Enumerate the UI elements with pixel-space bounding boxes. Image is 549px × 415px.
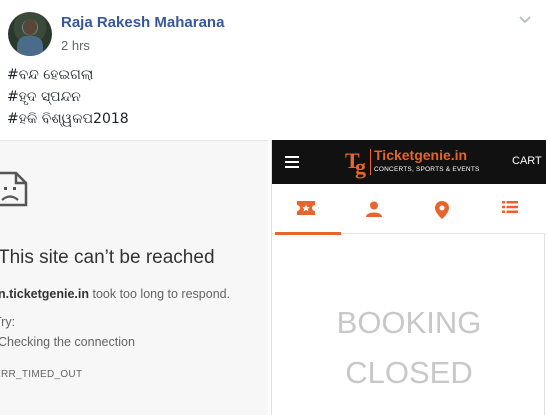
- booking-status: BOOKING CLOSED: [272, 298, 546, 398]
- error-domain: n.ticketgenie.in: [0, 287, 89, 301]
- error-code: ERR_TIMED_OUT: [0, 369, 83, 380]
- tg-header: Tg Ticketgenie.in CONCERTS, SPORTS & EVE…: [272, 140, 546, 184]
- error-screenshot[interactable]: This site can’t be reached n.ticketgenie…: [0, 140, 268, 415]
- booking-status-line1: BOOKING: [336, 305, 482, 340]
- post-timestamp[interactable]: 2 hrs: [61, 38, 90, 53]
- try-label: Try:: [0, 315, 16, 329]
- user-icon: [366, 201, 382, 217]
- list-icon: [502, 201, 518, 213]
- error-title: This site can’t be reached: [0, 247, 215, 268]
- avatar[interactable]: [8, 12, 52, 56]
- ticketgenie-logo: Tg: [345, 148, 366, 179]
- error-detail-text: took too long to respond.: [89, 287, 231, 301]
- menu-icon[interactable]: [285, 156, 299, 168]
- booking-status-line2: CLOSED: [345, 355, 473, 390]
- tg-tagline: CONCERTS, SPORTS & EVENTS: [374, 166, 480, 173]
- post-text: #ବନ୍ଦ ହେଇଗଲା #ହୃଦ ସ୍ପନ୍ଦନ #ହକି ବିଶ୍ୱକପ20…: [7, 64, 129, 130]
- chevron-down-icon[interactable]: [518, 12, 532, 26]
- location-icon: [435, 201, 449, 219]
- ticket-icon: [297, 201, 315, 215]
- tab-location[interactable]: [408, 184, 476, 234]
- tg-brand: Ticketgenie.in: [374, 147, 468, 163]
- post-header: Raja Rakesh Maharana 2 hrs #ବନ୍ଦ ହେଇଗଲା …: [0, 0, 549, 140]
- tab-tickets[interactable]: [272, 184, 341, 235]
- tab-list[interactable]: [476, 184, 544, 234]
- hashtag-1[interactable]: #ବନ୍ଦ ହେଇଗଲା: [7, 64, 129, 86]
- cart-link[interactable]: CART: [512, 155, 542, 167]
- ticketgenie-screenshot[interactable]: Tg Ticketgenie.in CONCERTS, SPORTS & EVE…: [271, 140, 546, 415]
- sad-page-icon: [0, 171, 28, 207]
- try-item: Checking the connection: [0, 335, 135, 349]
- tab-profile[interactable]: [340, 184, 408, 234]
- author-name[interactable]: Raja Rakesh Maharana: [61, 14, 224, 31]
- tg-tabs: [272, 184, 546, 235]
- hashtag-2[interactable]: #ହୃଦ ସ୍ପନ୍ଦନ: [7, 86, 129, 108]
- error-detail: n.ticketgenie.in took too long to respon…: [0, 287, 230, 301]
- hashtag-3[interactable]: #ହକି ବିଶ୍ୱକପ2018: [7, 108, 129, 130]
